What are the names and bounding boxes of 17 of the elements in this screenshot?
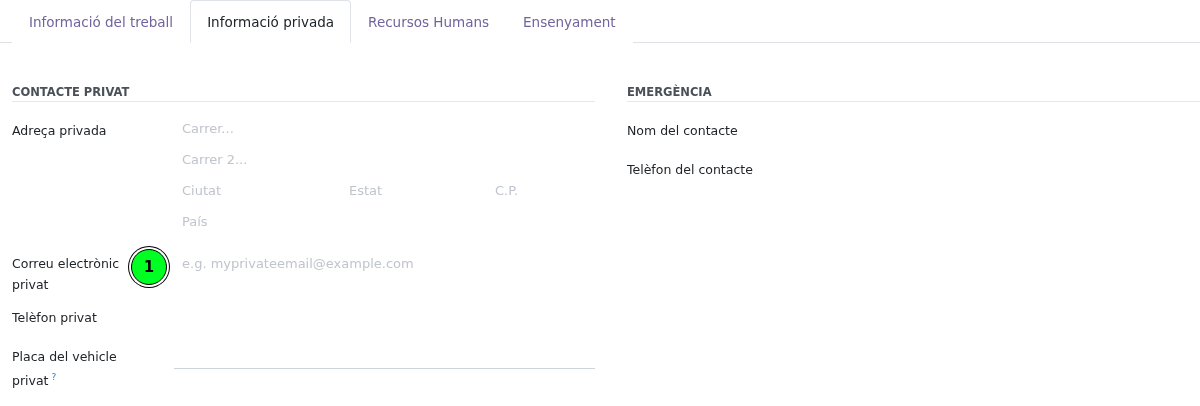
section-title: EMERGÈNCIA: [627, 85, 1200, 102]
email-field[interactable]: e.g. myprivateemail@example.com: [178, 253, 595, 274]
street2-field[interactable]: Carrer 2...: [178, 149, 595, 170]
country-field[interactable]: País: [178, 211, 595, 232]
field-label: Nom del contacte: [627, 122, 738, 140]
city-field[interactable]: Ciutat: [178, 180, 345, 201]
street-field[interactable]: Carrer...: [178, 118, 595, 139]
field-label: Correu electrònic privat: [12, 255, 121, 294]
zip-field[interactable]: C.P.: [491, 180, 591, 201]
field-label: Telèfon del contacte: [627, 161, 753, 179]
field-label: Placa del vehicle privat $^{?}$: [12, 348, 118, 391]
step-badge: 1: [131, 249, 167, 285]
tab[interactable]: Informació privada: [190, 0, 352, 43]
section-title: CONTACTE PRIVAT: [12, 85, 595, 102]
state-field[interactable]: Estat: [345, 180, 491, 201]
field-label: Telèfon privat: [12, 309, 97, 327]
field-label: Adreça privada: [12, 122, 107, 140]
